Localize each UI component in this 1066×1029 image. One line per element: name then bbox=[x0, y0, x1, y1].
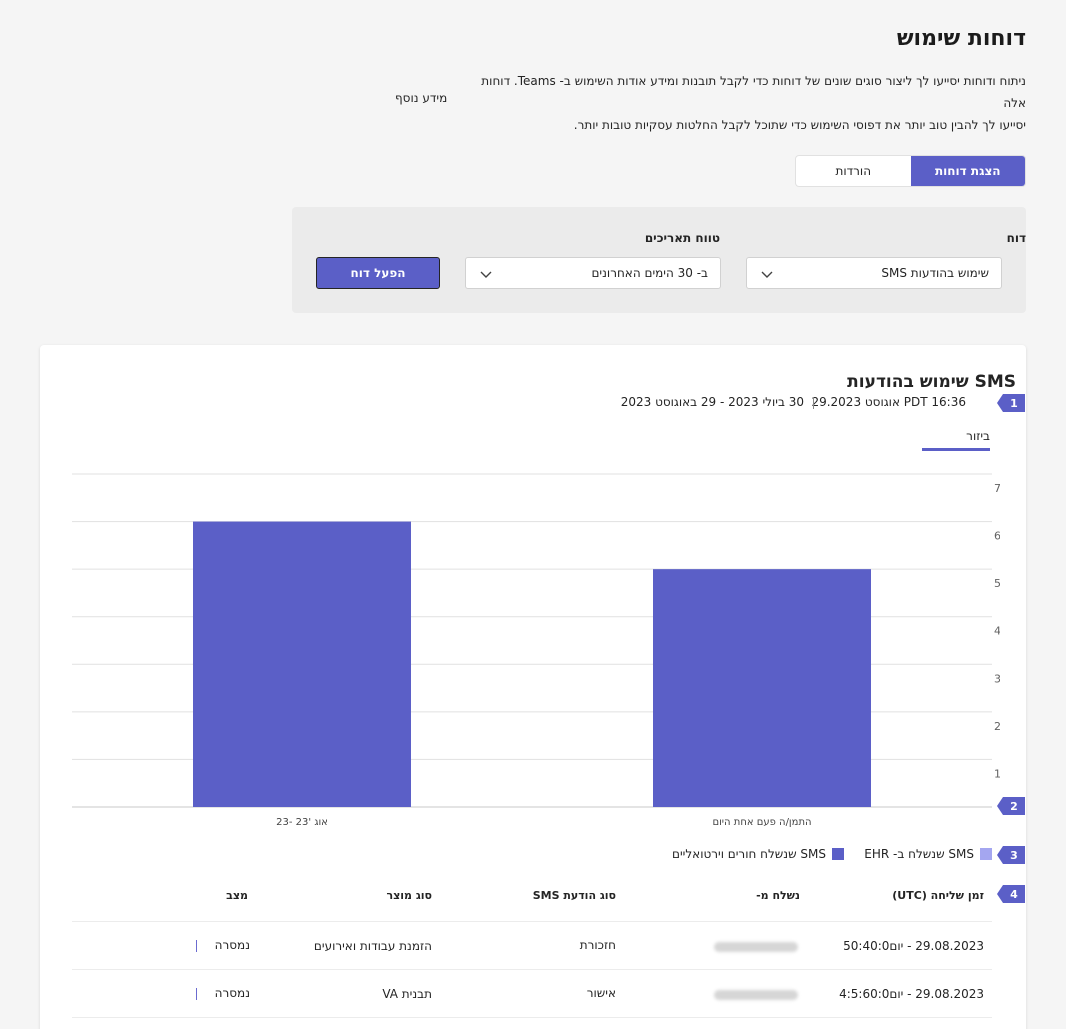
header-status[interactable]: מצב bbox=[226, 889, 248, 902]
header-sent-from[interactable]: נשלח מ- bbox=[756, 889, 800, 902]
callout-marker-4: 4 bbox=[997, 885, 1025, 903]
cell-sent-from-redacted bbox=[714, 990, 798, 1000]
header-product-type[interactable]: סוג מוצר bbox=[386, 889, 432, 902]
status-indicator bbox=[196, 988, 197, 1000]
y-tick-label: 4 bbox=[994, 625, 1000, 638]
report-tabs: הורדות הצגת דוחות bbox=[795, 155, 1026, 187]
y-tick-label: 3 bbox=[994, 672, 1000, 685]
callout-marker-3: 3 bbox=[997, 846, 1025, 864]
range-select[interactable]: ב- 30 הימים האחרונים bbox=[465, 257, 721, 289]
learn-more-link[interactable]: מידע נוסף bbox=[395, 91, 447, 105]
tab-downloads[interactable]: הורדות bbox=[796, 156, 911, 186]
bar[interactable] bbox=[193, 521, 411, 807]
intro-line-1: ניתוח ודוחות יסייעו לך ליצור סוגים שונים… bbox=[481, 74, 1026, 110]
run-report-button[interactable]: הפעל דוח bbox=[316, 257, 440, 289]
tab-breakdown[interactable]: ביזור bbox=[966, 429, 990, 443]
legend-label: SMS שנשלח ב- EHR bbox=[864, 847, 974, 861]
legend-item-ehr: SMS שנשלח ב- EHR bbox=[864, 847, 992, 861]
y-tick-label: 2 bbox=[994, 720, 1000, 733]
report-label: דוח bbox=[1006, 231, 1026, 245]
legend-swatch bbox=[832, 848, 844, 860]
legend-item-virtual: SMS שנשלח חורים וירטואליים bbox=[672, 847, 844, 861]
cell-send-time: 29.08.2023 - יום4:5:60:0 bbox=[839, 987, 984, 1001]
cell-status: נמסרה bbox=[214, 938, 250, 952]
cell-product-type: תבנית VA bbox=[382, 987, 432, 1001]
report-select[interactable]: שימוש בהודעות SMS bbox=[746, 257, 1002, 289]
cell-sms-type: אישור bbox=[586, 986, 616, 1000]
cell-product-type: הזמנת עבודות ואירועים bbox=[313, 939, 432, 953]
bar[interactable] bbox=[653, 569, 871, 807]
range-select-value: ב- 30 הימים האחרונים bbox=[591, 266, 708, 280]
legend-swatch bbox=[980, 848, 992, 860]
meta-separator bbox=[813, 397, 814, 409]
intro-line-2: יסייעו לך להבין טוב יותר את דפוסי השימוש… bbox=[573, 118, 1026, 132]
tab-breakdown-underline bbox=[922, 448, 990, 451]
chevron-down-icon bbox=[761, 271, 773, 278]
header-send-time[interactable]: זמן שליחה (UTC) bbox=[892, 889, 984, 902]
y-tick-label: 5 bbox=[994, 577, 1000, 590]
header-sms-type[interactable]: סוג הודעת SMS bbox=[533, 889, 616, 902]
cell-send-time: 29.08.2023 - יום50:40:0 bbox=[843, 939, 984, 953]
callout-marker-1: 1 bbox=[997, 394, 1025, 412]
x-tick-label: אוג '23 -23 bbox=[276, 817, 328, 828]
table-divider bbox=[72, 1017, 992, 1018]
y-tick-label: 1 bbox=[994, 767, 1000, 780]
table-divider bbox=[72, 969, 992, 970]
legend-label: SMS שנשלח חורים וירטואליים bbox=[672, 847, 826, 861]
callout-marker-2: 2 bbox=[997, 797, 1025, 815]
generated-time: אוגוסט 29.2023 PDT 16:36 bbox=[811, 395, 966, 409]
cell-sent-from-redacted bbox=[714, 942, 798, 952]
table-divider bbox=[72, 921, 992, 922]
intro-text: ניתוח ודוחות יסייעו לך ליצור סוגים שונים… bbox=[466, 70, 1026, 136]
x-tick-label: התמן/ה פעם אחת היום bbox=[712, 817, 811, 828]
usage-bar-chart: 1 2 3 4 5 6 7 אוג '23 -23 התמן/ה פעם אחת היום bbox=[72, 473, 1000, 828]
cell-status: נמסרה bbox=[214, 986, 250, 1000]
chevron-down-icon bbox=[480, 271, 492, 278]
report-title: שימוש בהודעות SMS bbox=[847, 372, 1016, 392]
status-indicator bbox=[196, 940, 197, 952]
y-tick-label: 7 bbox=[994, 482, 1000, 495]
y-tick-label: 6 bbox=[994, 530, 1000, 543]
report-select-value: שימוש בהודעות SMS bbox=[881, 266, 989, 280]
tab-view-reports[interactable]: הצגת דוחות bbox=[910, 156, 1025, 186]
cell-sms-type: חזכורת bbox=[579, 938, 616, 952]
range-label: טווח תאריכים bbox=[644, 231, 720, 245]
report-period: 30 ביולי 2023 - 29 באוגוסט 2023 bbox=[620, 395, 804, 409]
page-title: דוחות שימוש bbox=[896, 26, 1026, 51]
